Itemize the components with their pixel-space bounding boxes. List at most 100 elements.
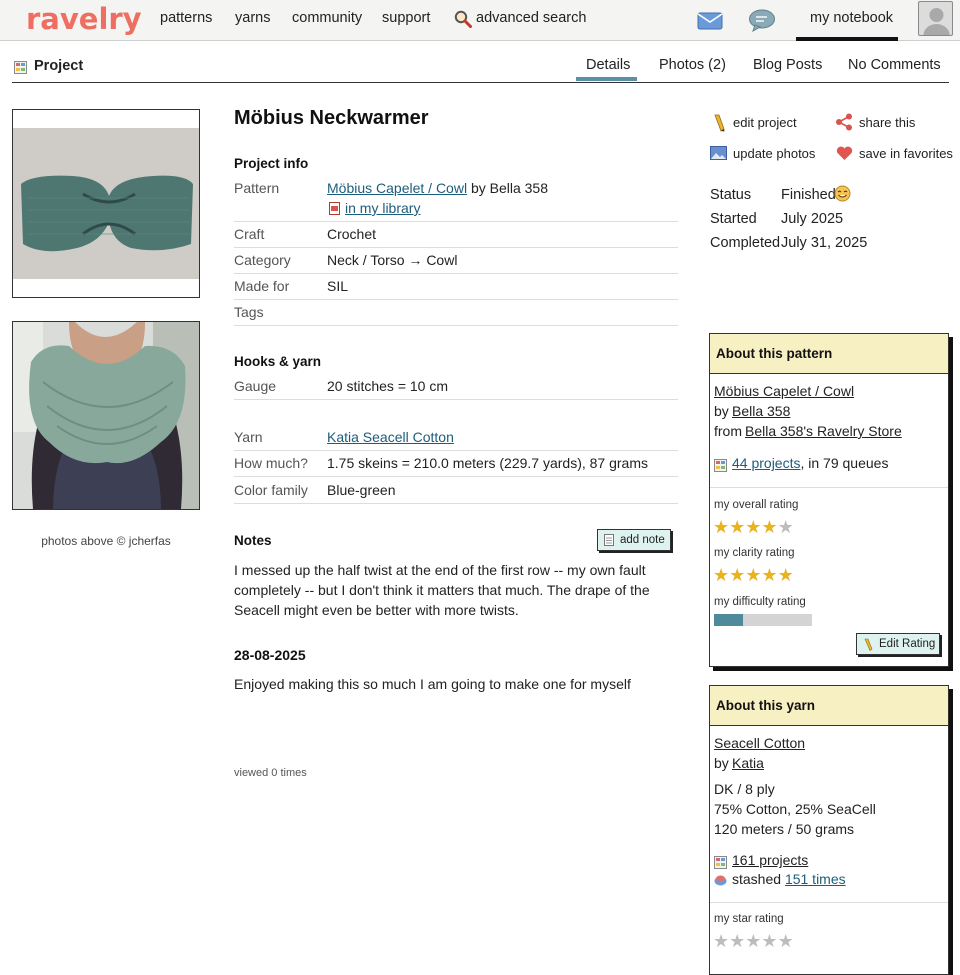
note-icon bbox=[604, 534, 614, 546]
divider bbox=[234, 273, 678, 274]
active-tab-indicator bbox=[576, 77, 637, 81]
ravelry-logo[interactable]: ravelry bbox=[26, 2, 142, 36]
pattern-box-designer-link[interactable]: Bella 358 bbox=[732, 403, 790, 419]
craft-label: Craft bbox=[234, 226, 265, 242]
nav-community[interactable]: community bbox=[292, 10, 362, 26]
yarn-star-rating[interactable]: ★★★★★ bbox=[713, 932, 794, 950]
made-for-label: Made for bbox=[234, 278, 290, 294]
pencil-icon[interactable] bbox=[712, 114, 726, 132]
pattern-box-name-link[interactable]: Möbius Capelet / Cowl bbox=[714, 383, 854, 399]
started-value: July 2025 bbox=[781, 211, 844, 227]
about-pattern-heading: About this pattern bbox=[710, 334, 948, 374]
clarity-rating-stars[interactable]: ★★★★★ bbox=[713, 566, 794, 584]
pattern-label: Pattern bbox=[234, 180, 280, 196]
star-icon[interactable]: ★ bbox=[745, 565, 761, 585]
about-pattern-box: About this pattern Möbius Capelet / Cowl… bbox=[709, 333, 949, 667]
divider bbox=[710, 487, 948, 488]
status-label: Status bbox=[710, 187, 752, 203]
difficulty-rating-label: my difficulty rating bbox=[714, 596, 806, 608]
my-notebook-tab[interactable]: my notebook bbox=[796, 0, 898, 41]
nav-yarns[interactable]: yarns bbox=[235, 10, 270, 26]
pattern-projects-row: 44 projects, in 79 queues bbox=[732, 455, 888, 471]
yarn-link[interactable]: Katia Seacell Cotton bbox=[327, 429, 454, 445]
view-count: viewed 0 times bbox=[234, 767, 307, 779]
add-note-label: add note bbox=[620, 534, 665, 546]
clarity-rating-label: my clarity rating bbox=[714, 547, 795, 559]
pattern-value: Möbius Capelet / Cowl by Bella 358 bbox=[327, 180, 548, 196]
star-icon[interactable]: ★ bbox=[713, 931, 729, 951]
made-for-value: SIL bbox=[327, 278, 349, 294]
mail-icon[interactable] bbox=[697, 10, 723, 30]
star-icon[interactable]: ★ bbox=[778, 931, 794, 951]
share-link[interactable]: share this bbox=[859, 115, 915, 130]
pattern-projects-link[interactable]: 44 projects bbox=[732, 455, 800, 471]
pencil-icon bbox=[864, 638, 873, 651]
category-value: Neck / Torso → Cowl bbox=[327, 252, 458, 268]
avatar[interactable] bbox=[918, 1, 953, 36]
star-icon[interactable]: ★ bbox=[761, 565, 777, 585]
yarn-box-brand-link[interactable]: Katia bbox=[732, 755, 764, 771]
status-value: Finished bbox=[781, 187, 836, 203]
pdf-icon bbox=[329, 202, 340, 215]
stashed-prefix: stashed bbox=[732, 871, 782, 887]
star-icon[interactable]: ★ bbox=[778, 517, 794, 537]
how-much-label: How much? bbox=[234, 455, 308, 471]
stashed-link[interactable]: 151 times bbox=[785, 871, 846, 887]
star-icon[interactable]: ★ bbox=[761, 931, 777, 951]
difficulty-rating-bar[interactable] bbox=[714, 614, 812, 626]
star-icon[interactable]: ★ bbox=[745, 931, 761, 951]
edit-rating-label: Edit Rating bbox=[879, 638, 936, 650]
tab-details[interactable]: Details bbox=[586, 57, 630, 73]
chat-bubble-icon[interactable] bbox=[748, 8, 776, 32]
how-much-value: 1.75 skeins = 210.0 meters (229.7 yards)… bbox=[327, 455, 648, 471]
yarn-box-name-link[interactable]: Seacell Cotton bbox=[714, 735, 805, 751]
pattern-box-store-link[interactable]: Bella 358's Ravelry Store bbox=[745, 423, 902, 439]
star-icon[interactable]: ★ bbox=[729, 565, 745, 585]
nav-support[interactable]: support bbox=[382, 10, 430, 26]
star-icon[interactable]: ★ bbox=[729, 931, 745, 951]
star-icon[interactable]: ★ bbox=[745, 517, 761, 537]
star-icon[interactable]: ★ bbox=[761, 517, 777, 537]
search-icon[interactable] bbox=[454, 10, 472, 28]
about-yarn-heading: About this yarn bbox=[710, 686, 948, 726]
library-link[interactable]: in my library bbox=[345, 200, 420, 216]
pattern-by: by Bella 358 bbox=[470, 180, 549, 196]
heart-icon[interactable] bbox=[836, 146, 853, 161]
divider bbox=[234, 450, 678, 451]
star-icon[interactable]: ★ bbox=[713, 517, 729, 537]
gauge-label: Gauge bbox=[234, 378, 277, 394]
overall-rating-stars[interactable]: ★★★★★ bbox=[713, 518, 794, 536]
project-subnav: Project Details Photos (2) Blog Posts No… bbox=[12, 42, 949, 83]
tab-comments[interactable]: No Comments bbox=[848, 57, 941, 73]
star-icon[interactable]: ★ bbox=[729, 517, 745, 537]
about-yarn-box: About this yarn Seacell Cotton by Katia … bbox=[709, 685, 949, 975]
star-icon[interactable]: ★ bbox=[778, 565, 794, 585]
completed-label: Completed bbox=[710, 235, 781, 251]
tab-photos[interactable]: Photos (2) bbox=[659, 57, 726, 73]
nav-advanced-search[interactable]: advanced search bbox=[476, 10, 586, 26]
yarn-box-by: by bbox=[714, 755, 729, 771]
save-favorites-link[interactable]: save in favorites bbox=[859, 146, 953, 161]
pattern-link[interactable]: Möbius Capelet / Cowl bbox=[327, 180, 467, 196]
pattern-box-from: from bbox=[714, 423, 742, 439]
notes-text: I messed up the half twist at the end of… bbox=[234, 562, 650, 618]
photo-icon[interactable] bbox=[710, 145, 727, 161]
note-text: Enjoyed making this so much I am going t… bbox=[234, 676, 631, 692]
add-note-button[interactable]: add note bbox=[597, 529, 671, 551]
color-family-value: Blue-green bbox=[327, 482, 396, 498]
project-title: Möbius Neckwarmer bbox=[234, 107, 429, 129]
star-icon[interactable]: ★ bbox=[713, 565, 729, 585]
divider bbox=[234, 476, 678, 477]
section-title: Project bbox=[34, 58, 84, 74]
project-photo-1[interactable] bbox=[12, 109, 200, 298]
edit-project-link[interactable]: edit project bbox=[733, 115, 797, 130]
divider bbox=[234, 299, 678, 300]
started-label: Started bbox=[710, 211, 757, 227]
nav-patterns[interactable]: patterns bbox=[160, 10, 212, 26]
project-photo-2[interactable] bbox=[12, 321, 200, 510]
edit-rating-button[interactable]: Edit Rating bbox=[856, 633, 940, 655]
tab-blog-posts[interactable]: Blog Posts bbox=[753, 57, 822, 73]
update-photos-link[interactable]: update photos bbox=[733, 146, 815, 161]
yarn-projects-link[interactable]: 161 projects bbox=[732, 852, 808, 868]
share-icon[interactable] bbox=[835, 113, 853, 131]
